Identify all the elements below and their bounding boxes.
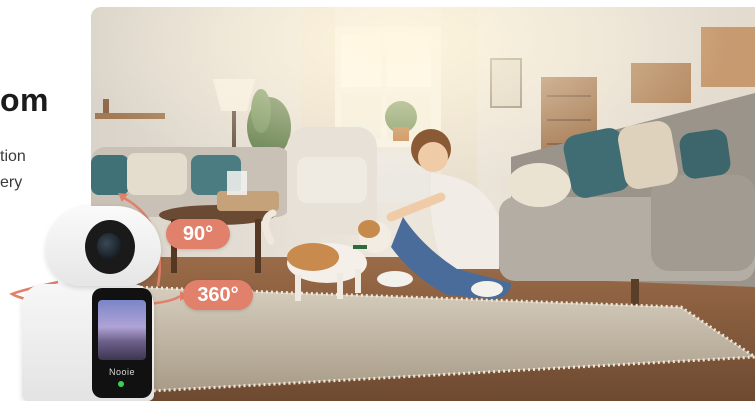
camera-display-image (98, 300, 146, 360)
status-led-icon (118, 381, 124, 387)
feature-text-line-1: tion (0, 148, 26, 165)
living-room-photo (91, 7, 755, 401)
feature-heading: om (0, 82, 49, 118)
camera-lens-glass (97, 233, 121, 259)
tilt-90-badge: 90° (166, 219, 230, 249)
camera-brand-label: Nooie (108, 367, 135, 377)
pan-360-badge: 360° (183, 280, 253, 310)
feature-text-line-2: ery (0, 174, 23, 191)
security-camera: Nooie (22, 206, 161, 401)
